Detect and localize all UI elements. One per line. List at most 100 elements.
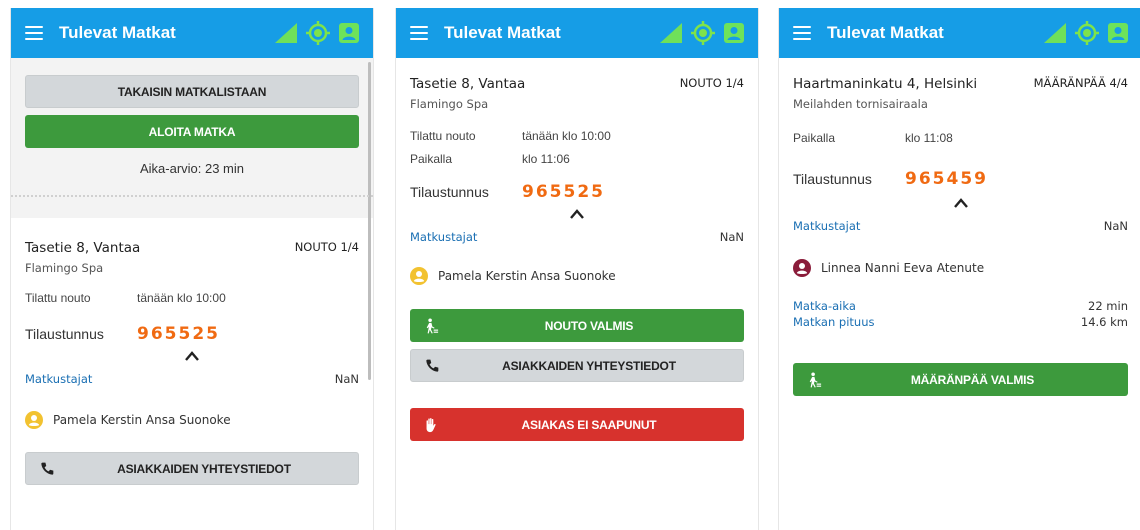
passenger-item[interactable]: Pamela Kerstin Ansa Suonoke	[410, 267, 744, 285]
app-bar: Tulevat Matkat	[779, 8, 1140, 58]
scrollbar[interactable]	[368, 62, 371, 380]
trip-stage: MÄÄRÄNPÄÄ 4/4	[1033, 76, 1128, 90]
ordered-pickup-value: tänään klo 10:00	[522, 129, 611, 143]
app-title: Tulevat Matkat	[59, 23, 176, 42]
passenger-name: Pamela Kerstin Ansa Suonoke	[53, 413, 231, 427]
trip-length-row: Matkan pituus 14.6 km	[793, 314, 1128, 330]
on-site-value: klo 11:06	[522, 152, 570, 166]
app-title: Tulevat Matkat	[827, 23, 944, 42]
passenger-item[interactable]: Pamela Kerstin Ansa Suonoke	[25, 411, 359, 429]
customer-contacts-button[interactable]: ASIAKKAIDEN YHTEYSTIEDOT	[25, 452, 359, 485]
order-row: Tilaustunnus 965459	[793, 169, 1128, 189]
destination-address: Haartmaninkatu 4, Helsinki	[793, 76, 978, 92]
app-title: Tulevat Matkat	[444, 23, 561, 42]
order-row: Tilaustunnus 965525	[410, 182, 744, 202]
person-icon	[25, 411, 43, 429]
gps-icon[interactable]	[305, 20, 331, 46]
chevron-up-icon	[570, 209, 584, 219]
order-label: Tilaustunnus	[25, 326, 104, 342]
passengers-value: NaN	[719, 230, 744, 244]
ordered-pickup-label: Tilattu nouto	[410, 129, 476, 143]
trip-details: Haartmaninkatu 4, Helsinki Meilahden tor…	[779, 58, 1140, 396]
passengers-label: Matkustajat	[410, 230, 478, 244]
time-estimate: Aika-arvio: 23 min	[139, 161, 245, 176]
phone-icon	[40, 462, 53, 475]
ordered-pickup-label: Tilattu nouto	[25, 291, 91, 305]
order-number: 965525	[522, 182, 605, 202]
passenger-item[interactable]: Linnea Nanni Eeva Atenute	[793, 259, 1128, 277]
app-bar: Tulevat Matkat	[11, 8, 373, 58]
divider	[11, 195, 373, 197]
screen-destination: Tulevat Matkat Haartmaninkatu 4, Helsink…	[778, 8, 1140, 530]
on-site-row: Paikalla klo 11:08	[793, 131, 1128, 145]
trip-stage: NOUTO 1/4	[294, 240, 359, 254]
contact-card-icon[interactable]	[337, 21, 361, 45]
gps-icon[interactable]	[690, 20, 716, 46]
ordered-pickup-row: Tilattu nouto tänään klo 10:00	[25, 291, 359, 305]
app-bar: Tulevat Matkat	[396, 8, 758, 58]
passengers-header: Matkustajat NaN	[410, 230, 744, 244]
ordered-pickup-value: tänään klo 10:00	[137, 291, 226, 305]
pickup-address: Tasetie 8, Vantaa	[25, 240, 141, 256]
collapse-toggle[interactable]	[25, 350, 359, 362]
signal-icon	[1044, 23, 1066, 43]
trip-length-label: Matkan pituus	[793, 315, 875, 329]
start-trip-button[interactable]: ALOITA MATKA	[25, 115, 359, 148]
pickup-place: Flamingo Spa	[410, 97, 489, 111]
trip-details: Tasetie 8, Vantaa Flamingo Spa NOUTO 1/4…	[396, 58, 758, 441]
collapse-toggle[interactable]	[793, 197, 1128, 209]
menu-icon[interactable]	[25, 26, 43, 40]
menu-icon[interactable]	[410, 26, 428, 40]
order-row: Tilaustunnus 965525	[25, 324, 359, 344]
trip-time-label: Matka-aika	[793, 299, 856, 313]
on-site-row: Paikalla klo 11:06	[410, 152, 744, 166]
ordered-pickup-row: Tilattu nouto tänään klo 10:00	[410, 129, 744, 143]
order-number: 965525	[137, 324, 220, 344]
action-panel: TAKAISIN MATKALISTAAN ALOITA MATKA Aika-…	[11, 58, 373, 218]
chevron-up-icon	[953, 198, 968, 208]
pickup-address: Tasetie 8, Vantaa	[410, 76, 526, 92]
passenger-name: Pamela Kerstin Ansa Suonoke	[438, 269, 616, 283]
screen-trip-start: Tulevat Matkat TAKAISIN MATKALISTAAN ALO…	[10, 8, 374, 530]
chevron-up-icon	[185, 351, 199, 361]
gps-icon[interactable]	[1074, 20, 1100, 46]
person-icon	[410, 267, 428, 285]
destination-place: Meilahden tornisairaala	[793, 97, 928, 111]
phone-icon	[425, 359, 438, 372]
pickup-done-button[interactable]: NOUTO VALMIS	[410, 309, 744, 342]
on-site-label: Paikalla	[410, 152, 453, 166]
passengers-header: Matkustajat NaN	[793, 219, 1128, 233]
back-to-list-button[interactable]: TAKAISIN MATKALISTAAN	[25, 75, 359, 108]
hand-stop-icon	[426, 417, 436, 432]
on-site-value: klo 11:08	[905, 131, 953, 145]
collapse-toggle[interactable]	[410, 208, 744, 220]
order-number: 965459	[905, 169, 988, 189]
destination-done-button[interactable]: MÄÄRÄNPÄÄ VALMIS	[793, 363, 1128, 396]
order-label: Tilaustunnus	[793, 171, 872, 187]
passengers-label: Matkustajat	[793, 219, 861, 233]
contact-card-icon[interactable]	[1106, 21, 1130, 45]
order-label: Tilaustunnus	[410, 184, 489, 200]
walking-person-icon	[426, 317, 439, 334]
on-site-label: Paikalla	[793, 131, 836, 145]
screen-pickup: Tulevat Matkat Tasetie 8, Vantaa Flaming…	[395, 8, 759, 530]
trip-stage: NOUTO 1/4	[679, 76, 744, 90]
menu-icon[interactable]	[793, 26, 811, 40]
contact-card-icon[interactable]	[722, 21, 746, 45]
passengers-header: Matkustajat NaN	[25, 372, 359, 386]
passengers-value: NaN	[334, 372, 359, 386]
passengers-value: NaN	[1103, 219, 1128, 233]
person-icon	[793, 259, 811, 277]
customer-no-show-button[interactable]: ASIAKAS EI SAAPUNUT	[410, 408, 744, 441]
trip-time-value: 22 min	[1088, 299, 1128, 313]
pickup-place: Flamingo Spa	[25, 261, 104, 275]
trip-length-value: 14.6 km	[1080, 315, 1128, 329]
trip-details: Tasetie 8, Vantaa Flamingo Spa NOUTO 1/4…	[11, 218, 373, 485]
customer-contacts-button[interactable]: ASIAKKAIDEN YHTEYSTIEDOT	[410, 349, 744, 382]
signal-icon	[275, 23, 297, 43]
signal-icon	[660, 23, 682, 43]
passengers-label: Matkustajat	[25, 372, 93, 386]
passenger-name: Linnea Nanni Eeva Atenute	[821, 261, 985, 275]
walking-person-icon	[809, 371, 822, 388]
trip-time-row: Matka-aika 22 min	[793, 298, 1128, 314]
